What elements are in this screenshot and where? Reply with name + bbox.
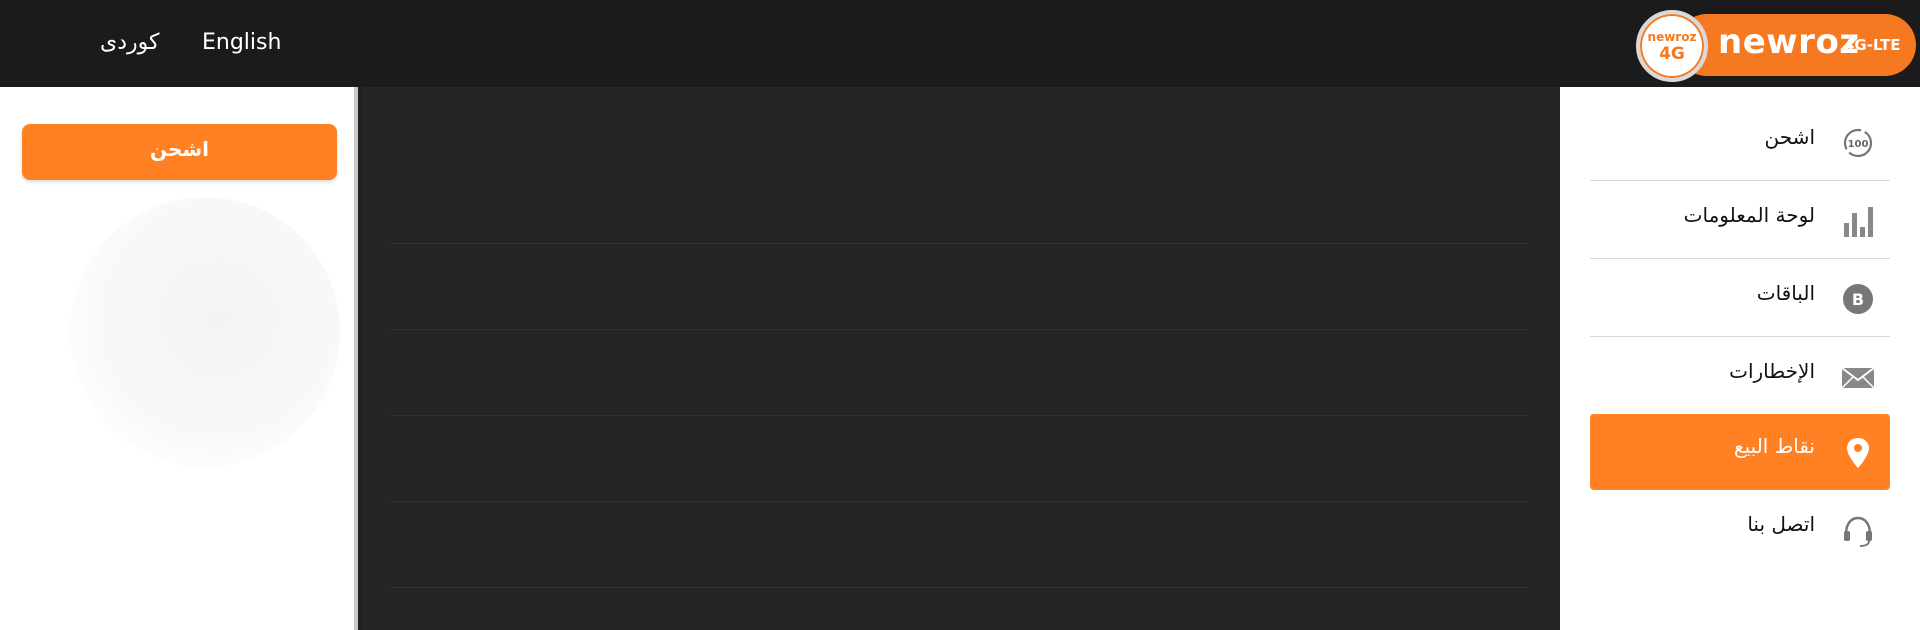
sidebar-item-label: الإخطارات: [1729, 359, 1815, 383]
sidebar-item-notifications[interactable]: الإخطارات: [1590, 339, 1890, 415]
row-divider: [390, 415, 1528, 416]
language-english-link[interactable]: English: [202, 30, 281, 55]
bundle-b-icon: B: [1840, 281, 1876, 317]
headset-icon: [1840, 512, 1876, 548]
logo-badge-bottom: 4G: [1659, 44, 1685, 64]
left-panel: اشحن: [0, 87, 358, 630]
svg-text:100: 100: [1848, 139, 1869, 150]
sidebar-item-label: الباقات: [1756, 281, 1815, 305]
sidebar-item-label: اتصل بنا: [1747, 512, 1815, 536]
logo-suffix: 4G-LTE: [1844, 36, 1901, 54]
language-kurdish-link[interactable]: كوردى: [100, 30, 159, 55]
bar-chart-icon: [1840, 203, 1876, 239]
sidebar-item-dashboard[interactable]: لوحة المعلومات: [1590, 183, 1890, 259]
sidebar-item-bundles[interactable]: الباقات B: [1590, 261, 1890, 337]
sidebar-item-label: اشحن: [1764, 125, 1815, 149]
envelope-icon: [1840, 359, 1876, 395]
sidebar-item-label: لوحة المعلومات: [1683, 203, 1815, 227]
row-divider: [390, 243, 1528, 244]
sidebar: اشحن 100 لوحة المعلومات الباقات B الإخطا…: [1560, 87, 1920, 630]
top-bar: كوردى English newroz 4G-LTE newroz 4G: [0, 0, 1920, 87]
sidebar-item-label: نقاط البيع: [1734, 434, 1815, 458]
row-divider: [390, 501, 1528, 502]
recharge-button[interactable]: اشحن: [22, 124, 337, 180]
logo-badge-top: newroz: [1647, 30, 1697, 44]
row-divider: [390, 329, 1528, 330]
logo-badge: newroz 4G: [1636, 10, 1708, 82]
sidebar-item-recharge[interactable]: اشحن 100: [1590, 105, 1890, 181]
newroz-logo[interactable]: newroz 4G-LTE newroz 4G: [1636, 10, 1918, 82]
main-content: [362, 87, 1560, 630]
svg-text:B: B: [1852, 290, 1864, 309]
sidebar-item-points-of-sale[interactable]: نقاط البيع: [1590, 414, 1890, 490]
recharge-100-icon: 100: [1840, 125, 1876, 161]
row-divider: [390, 587, 1528, 588]
sidebar-item-contact-us[interactable]: اتصل بنا: [1590, 492, 1890, 568]
logo-wordmark: newroz: [1718, 22, 1860, 62]
location-pin-icon: [1840, 434, 1876, 470]
background-graphic: [70, 197, 340, 467]
